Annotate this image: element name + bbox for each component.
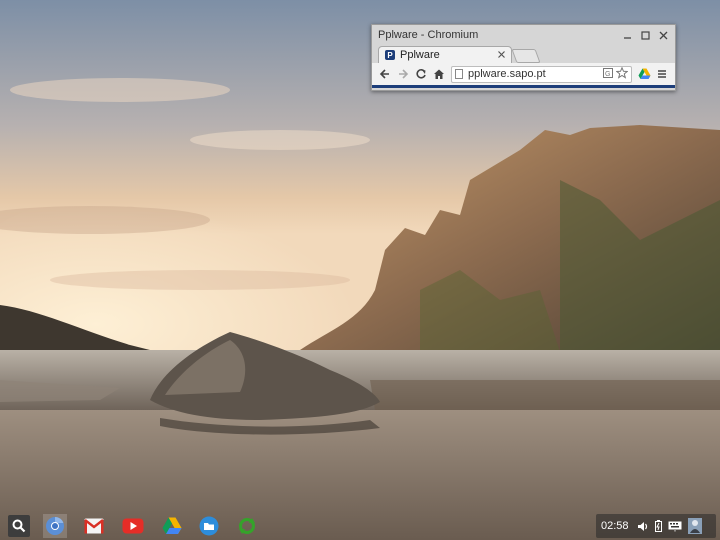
pplware-favicon-icon: P — [385, 50, 395, 60]
maximize-button[interactable] — [639, 29, 651, 41]
shelf-app-files[interactable] — [197, 514, 221, 538]
menu-button[interactable] — [653, 65, 671, 83]
maximize-icon — [640, 30, 650, 40]
svg-text:G: G — [605, 71, 610, 78]
forward-arrow-icon — [399, 69, 409, 79]
page-accent-bar — [372, 85, 675, 88]
launcher-button[interactable] — [8, 515, 30, 537]
tab-close-button[interactable] — [498, 50, 505, 61]
omnibox[interactable]: pplware.sapo.pt G — [451, 65, 632, 83]
browser-window[interactable]: Pplware - Chromium P Pplware pplware.sap… — [371, 24, 676, 91]
minimize-button[interactable] — [621, 29, 633, 41]
drive-icon — [162, 517, 182, 534]
close-icon — [659, 31, 667, 39]
shelf-app-sync[interactable] — [235, 514, 259, 538]
page-icon — [455, 69, 463, 79]
omnibox-url[interactable]: pplware.sapo.pt — [468, 68, 600, 80]
minimize-icon — [623, 36, 631, 39]
shelf: 02:58 — [0, 512, 720, 540]
shelf-app-gmail[interactable] — [82, 514, 106, 538]
window-title: Pplware - Chromium — [378, 29, 479, 41]
reload-button[interactable] — [412, 65, 430, 83]
forward-button[interactable] — [394, 65, 412, 83]
close-window-button[interactable] — [657, 29, 669, 41]
title-bar[interactable]: Pplware - Chromium — [372, 25, 675, 45]
tab-strip: P Pplware — [372, 45, 675, 63]
volume-icon[interactable] — [637, 521, 649, 532]
new-tab-button[interactable] — [511, 49, 541, 63]
drive-icon — [638, 68, 650, 79]
youtube-icon — [122, 518, 144, 534]
reload-icon — [416, 69, 426, 79]
clock-time[interactable]: 02:58 — [601, 520, 629, 532]
browser-toolbar: pplware.sapo.pt G — [372, 63, 675, 85]
files-icon — [199, 516, 219, 536]
shelf-app-youtube[interactable] — [121, 514, 145, 538]
home-icon — [434, 69, 444, 79]
status-tray[interactable]: 02:58 — [596, 514, 716, 538]
translate-icon[interactable]: G — [603, 67, 613, 81]
sync-icon — [239, 518, 255, 534]
gmail-icon — [84, 518, 104, 534]
tab-title: Pplware — [400, 49, 440, 61]
bookmark-star-icon[interactable] — [615, 66, 629, 82]
close-icon — [498, 50, 505, 58]
hamburger-menu-icon — [658, 70, 666, 78]
back-button[interactable] — [376, 65, 394, 83]
chromium-icon — [46, 517, 64, 535]
search-icon — [12, 519, 26, 533]
tab-pplware[interactable]: P Pplware — [378, 46, 512, 63]
shelf-app-drive[interactable] — [160, 514, 184, 538]
drive-extension-button[interactable] — [635, 65, 653, 83]
back-arrow-icon — [379, 69, 389, 79]
avatar[interactable] — [687, 518, 702, 534]
keyboard-icon[interactable] — [668, 521, 682, 532]
battery-icon[interactable] — [654, 520, 662, 532]
shelf-app-chromium[interactable] — [43, 514, 67, 538]
home-button[interactable] — [430, 65, 448, 83]
